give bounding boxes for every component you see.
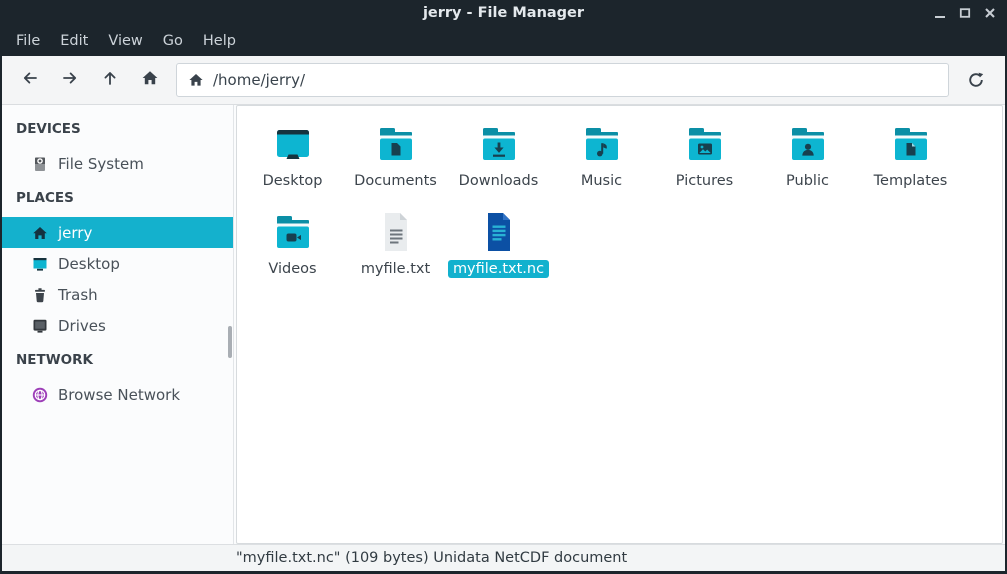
sidebar-section-title: DEVICES	[2, 110, 233, 148]
folder-music-icon	[578, 120, 626, 168]
sidebar-section: DEVICES File System	[2, 110, 233, 179]
filesystem-icon	[32, 156, 48, 172]
sidebar-item-desktop[interactable]: Desktop	[2, 248, 233, 279]
status-text: "myfile.txt.nc" (109 bytes) Unidata NetC…	[236, 550, 627, 566]
drives-icon	[32, 318, 48, 334]
close-icon[interactable]	[983, 6, 997, 20]
file-item-myfile-txt[interactable]: myfile.txt	[344, 208, 447, 296]
forward-icon	[61, 69, 79, 91]
file-item-downloads[interactable]: Downloads	[447, 120, 550, 208]
home-icon	[188, 72, 204, 88]
sidebar-item-label: jerry	[58, 224, 92, 242]
sidebar-section: NETWORK Browse Network	[2, 341, 233, 410]
home-icon	[141, 69, 159, 91]
refresh-icon	[967, 71, 985, 89]
home-icon	[32, 225, 48, 241]
back-icon	[21, 69, 39, 91]
trash-icon	[32, 287, 48, 303]
menu-help[interactable]: Help	[193, 29, 246, 53]
sidebar-section: PLACES jerry Desktop Trash Drives	[2, 179, 233, 341]
up-button[interactable]	[90, 62, 130, 98]
window-controls	[933, 0, 997, 26]
netcdf-file-icon	[475, 208, 523, 256]
sidebar-item-label: Browse Network	[58, 386, 180, 404]
network-icon	[32, 387, 48, 403]
file-item-music[interactable]: Music	[550, 120, 653, 208]
file-item-myfile-txt-nc[interactable]: myfile.txt.nc	[447, 208, 550, 296]
file-label: Public	[781, 172, 834, 190]
menu-go[interactable]: Go	[153, 29, 193, 53]
file-label: Desktop	[258, 172, 328, 190]
refresh-button[interactable]	[955, 62, 997, 98]
file-label: Pictures	[671, 172, 738, 190]
file-label: Templates	[869, 172, 953, 190]
toolbar: /home/jerry/	[2, 56, 1005, 105]
sidebar-item-label: File System	[58, 155, 144, 173]
file-label: Videos	[263, 260, 321, 278]
folder-documents-icon	[372, 120, 420, 168]
file-label: Downloads	[454, 172, 544, 190]
file-label: myfile.txt	[356, 260, 435, 278]
path-text: /home/jerry/	[213, 71, 305, 89]
file-item-documents[interactable]: Documents	[344, 120, 447, 208]
home-button[interactable]	[130, 62, 170, 98]
menu-view[interactable]: View	[98, 29, 152, 53]
desktop-screen-icon	[269, 120, 317, 168]
file-item-videos[interactable]: Videos	[241, 208, 344, 296]
forward-button[interactable]	[50, 62, 90, 98]
folder-pictures-icon	[681, 120, 729, 168]
sidebar-sections: DEVICES File System PLACES jerry Desktop Tras…	[2, 110, 233, 410]
back-button[interactable]	[10, 62, 50, 98]
text-file-icon	[372, 208, 420, 256]
file-label: Documents	[349, 172, 442, 190]
menubar: File Edit View Go Help	[2, 26, 1005, 56]
sidebar-item-browse-network[interactable]: Browse Network	[2, 379, 233, 410]
folder-downloads-icon	[475, 120, 523, 168]
statusbar: "myfile.txt.nc" (109 bytes) Unidata NetC…	[2, 544, 1005, 571]
sidebar-section-title: PLACES	[2, 179, 233, 217]
sidebar-scrollbar-thumb[interactable]	[228, 326, 232, 358]
file-grid: Desktop Documents Downloads Music Pictures Pu…	[237, 106, 1002, 296]
minimize-icon[interactable]	[933, 6, 947, 20]
file-label: Music	[576, 172, 627, 190]
sidebar-item-drives[interactable]: Drives	[2, 310, 233, 341]
sidebar-item-label: Desktop	[58, 255, 120, 273]
file-item-templates[interactable]: Templates	[859, 120, 962, 208]
maximize-icon[interactable]	[958, 6, 972, 20]
desktop-small-icon	[32, 256, 48, 272]
window-title: jerry - File Manager	[423, 5, 584, 21]
up-icon	[101, 69, 119, 91]
file-item-desktop[interactable]: Desktop	[241, 120, 344, 208]
file-item-public[interactable]: Public	[756, 120, 859, 208]
folder-videos-icon	[269, 208, 317, 256]
file-item-pictures[interactable]: Pictures	[653, 120, 756, 208]
sidebar-item-file-system[interactable]: File System	[2, 148, 233, 179]
sidebar-section-title: NETWORK	[2, 341, 233, 379]
main-content: DEVICES File System PLACES jerry Desktop Tras…	[2, 105, 1005, 544]
sidebar-item-trash[interactable]: Trash	[2, 279, 233, 310]
sidebar-item-label: Trash	[58, 286, 98, 304]
menu-edit[interactable]: Edit	[50, 29, 98, 53]
sidebar-item-jerry[interactable]: jerry	[2, 217, 233, 248]
folder-templates-icon	[887, 120, 935, 168]
file-manager-window: jerry - File Manager File Edit View Go H…	[0, 0, 1007, 574]
titlebar: jerry - File Manager	[2, 0, 1005, 26]
file-pane: Desktop Documents Downloads Music Pictures Pu…	[236, 105, 1003, 544]
folder-public-icon	[784, 120, 832, 168]
sidebar: DEVICES File System PLACES jerry Desktop Tras…	[2, 105, 234, 544]
path-field[interactable]: /home/jerry/	[176, 63, 949, 97]
file-label: myfile.txt.nc	[448, 260, 549, 278]
sidebar-item-label: Drives	[58, 317, 106, 335]
menu-file[interactable]: File	[6, 29, 50, 53]
